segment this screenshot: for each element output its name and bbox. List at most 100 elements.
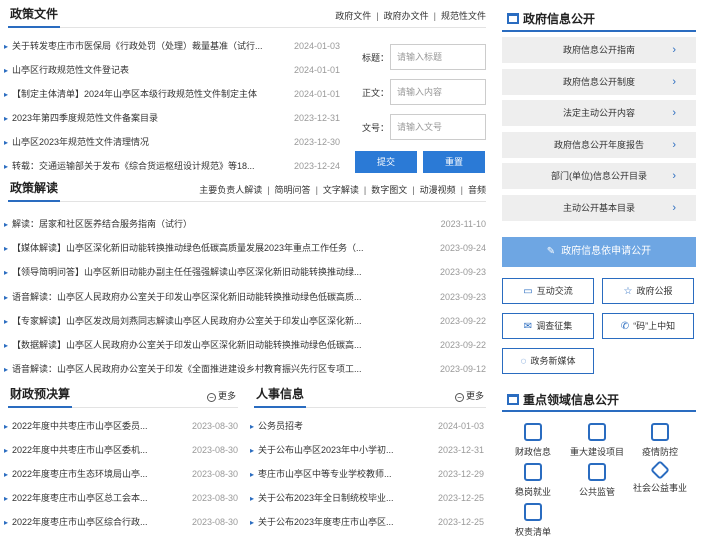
gov-info-dept-catalog-button[interactable]: 部门(单位)信息公开目录 › [502,163,696,189]
finance-more-link[interactable]: − 更多 [206,389,236,402]
policy-title[interactable]: 政策文件 [8,5,61,28]
list-item[interactable]: ▸ 【数据解读】山亭区人民政府办公室关于印发山亭区深化新旧动能转换推动绿色低碳高.… [4,337,486,353]
chevron-right-icon: › [672,107,676,119]
area-finance[interactable]: 财政信息 [503,423,563,458]
bullet-arrow-icon: ▸ [4,518,9,527]
apply-button[interactable]: ✎ 政府信息依申请公开 [502,237,696,267]
interpret-link-leader[interactable]: 主要负责人解读 [199,185,262,195]
list-item[interactable]: ▸ 关于公布山亭区2023年中小学初... 2023-12-31 [250,442,484,458]
finance-item-date: 2023-08-30 [191,445,238,455]
code-inform-button[interactable]: ✆ “码”上中知 [602,313,694,339]
area-welfare[interactable]: 社会公益事业 [630,460,690,494]
list-item[interactable]: ▸ 【制定主体清单】2024年山亭区本级行政规范性文件制定主体 2024-01-01 [4,86,340,102]
key-areas-title: 重点领域信息公开 [507,391,619,408]
finance-item-title[interactable]: 2022年度枣庄市生态环境局山亭... [12,466,148,482]
gazette-button[interactable]: ☆ 政府公报 [602,278,694,304]
interpret-item-title[interactable]: 【数据解读】山亭区人民政府办公室关于印发山亭区深化新旧动能转换推动绿色低碳高..… [12,337,362,353]
bullet-arrow-icon: ▸ [4,365,9,375]
finance-item-title[interactable]: 2022年度中共枣庄市山亭区委机... [12,442,148,458]
interpret-title[interactable]: 政策解读 [8,179,61,202]
gov-info-button-label: 法定主动公开内容 [562,108,635,118]
policy-item-title[interactable]: 【制定主体清单】2024年山亭区本级行政规范性文件制定主体 [12,86,257,102]
bullet-arrow-icon: ▸ [250,470,255,479]
interpret-link-video[interactable]: 动漫视频 [420,185,456,195]
interpret-link-audio[interactable]: 音频 [468,185,486,195]
gov-info-guide-button[interactable]: 政府信息公开指南 › [502,37,696,63]
list-item[interactable]: ▸ 2022年度中共枣庄市山亭区委机... 2023-08-30 [4,442,238,458]
survey-button[interactable]: ✉ 调查征集 [502,313,594,339]
shield-icon [588,463,606,481]
policy-item-title[interactable]: 山亭区行政规范性文件登记表 [12,62,129,78]
personnel-item-title[interactable]: 公务员招考 [258,418,303,434]
gov-info-system-button[interactable]: 政府信息公开制度 › [502,68,696,95]
policy-item-title[interactable]: 2023年第四季度规范性文件备案目录 [12,110,158,126]
finance-title[interactable]: 财政预决算 [8,385,73,408]
interpret-links: 主要负责人解读 | 简明问答 | 文字解读 | 数字图文 | 动漫视频 | 音频 [199,185,486,195]
list-item[interactable]: ▸ 2022年度枣庄市山亭区总工会本... 2023-08-30 [4,490,238,506]
personnel-item-title[interactable]: 关于公布2023年度枣庄市山亭区... [258,514,394,530]
interpret-item-title[interactable]: 【领导简明问答】山亭区新旧动能办副主任任强强解读山亭区深化新旧动能转换推动绿..… [12,264,362,280]
area-supervision[interactable]: 公共监管 [567,463,627,498]
interpret-item-title[interactable]: 解读：居家和社区医养结合服务指南（试行） [12,216,192,232]
bullet-arrow-icon: ▸ [4,244,9,254]
list-item[interactable]: ▸ 山亭区2023年规范性文件清理情况 2023-12-30 [4,134,340,150]
finance-item-title[interactable]: 2022年度枣庄市山亭区综合行政... [12,514,148,530]
interpret-link-qa[interactable]: 简明问答 [275,185,311,195]
list-item[interactable]: ▸ 解读：居家和社区医养结合服务指南（试行） 2023-11-10 [4,216,486,232]
gov-info-statutory-button[interactable]: 法定主动公开内容 › [502,100,696,126]
gov-info-button-label: 政府信息公开年度报告 [553,139,644,150]
list-item[interactable]: ▸ 2023年第四季度规范性文件备案目录 2023-12-31 [4,110,340,126]
personnel-item-title[interactable]: 枣庄市山亭区中等专业学校教师... [258,466,392,482]
interpret-item-title[interactable]: 语音解读：山亭区人民政府办公室关于印发《全面推进建设乡村教育振兴先行区专项工..… [12,361,362,377]
gov-info-button-label: 政府信息公开指南 [562,45,635,55]
personnel-item-title[interactable]: 关于公布山亭区2023年中小学初... [258,442,394,458]
list-item[interactable]: ▸ 语音解读：山亭区人民政府办公室关于印发《全面推进建设乡村教育振兴先行区专项工.… [4,361,486,377]
submit-button[interactable]: 提交 [355,151,417,173]
title-input[interactable]: 请输入标题 [390,44,486,70]
policy-item-title[interactable]: 山亭区2023年规范性文件清理情况 [12,134,149,150]
interpret-link-text[interactable]: 文字解读 [323,185,359,195]
list-item[interactable]: ▸ 【领导简明问答】山亭区新旧动能办副主任任强强解读山亭区深化新旧动能转换推动绿.… [4,264,486,280]
list-item[interactable]: ▸ 语音解读：山亭区人民政府办公室关于印发山亭区深化新旧动能转换推动绿色低碳高质.… [4,289,486,305]
policy-link-govoffice[interactable]: 政府办文件 [384,11,429,21]
new-media-button[interactable]: ◌ 政务新媒体 [502,348,594,374]
list-item[interactable]: ▸ 转载：交通运输部关于发布《综合货运枢纽设计规范》等18... 2023-12-2… [4,158,340,174]
interpret-item-title[interactable]: 【媒体解读】山亭区深化新旧动能转换推动绿色低碳高质量发展2023年重点工作任务（… [12,240,364,256]
list-item[interactable]: ▸ 2022年度枣庄市生态环境局山亭... 2023-08-30 [4,466,238,482]
finance-header: 财政预决算 − 更多 [8,384,238,408]
list-item[interactable]: ▸ 关于公布2023年度枣庄市山亭区... 2023-12-25 [250,514,484,530]
interaction-button[interactable]: ▭ 互动交流 [502,278,594,304]
reset-button[interactable]: 重置 [423,151,485,173]
list-item[interactable]: ▸ 公务员招考 2024-01-03 [250,418,484,434]
personnel-more-link[interactable]: − 更多 [454,389,484,402]
policy-item-title[interactable]: 关于转发枣庄市市医保局《行政处罚（处理）裁量基准（试行... [12,38,263,54]
personnel-more-label: 更多 [465,391,484,401]
list-item[interactable]: ▸ 枣庄市山亭区中等专业学校教师... 2023-12-29 [250,466,484,482]
policy-item-title[interactable]: 转载：交通运输部关于发布《综合货运枢纽设计规范》等18... [12,158,255,174]
list-item[interactable]: ▸ 2022年度枣庄市山亭区综合行政... 2023-08-30 [4,514,238,530]
gov-info-basic-catalog-button[interactable]: 主动公开基本目录 › [502,194,696,221]
area-major-projects[interactable]: 重大建设项目 [567,423,627,458]
list-item[interactable]: ▸ 关于公布2023年全日制统校毕业... 2023-12-25 [250,490,484,506]
list-item[interactable]: ▸ 2022年度中共枣庄市山亭区委员... 2023-08-30 [4,418,238,434]
personnel-title[interactable]: 人事信息 [254,385,307,408]
interpret-item-title[interactable]: 【专家解读】山亭区发改局刘燕同志解读山亭区人民政府办公室关于印发山亭区深化新..… [12,313,362,329]
area-power-list[interactable]: 权责清单 [503,503,563,538]
interpret-link-graphic[interactable]: 数字图文 [371,185,407,195]
area-employment[interactable]: 稳岗就业 [503,463,563,498]
personnel-item-title[interactable]: 关于公布2023年全日制统校毕业... [258,490,394,506]
area-epidemic[interactable]: 疫情防控 [630,423,690,458]
interpret-item-title[interactable]: 语音解读：山亭区人民政府办公室关于印发山亭区深化新旧动能转换推动绿色低碳高质..… [12,289,362,305]
gov-info-annual-report-button[interactable]: 政府信息公开年度报告 › [502,131,696,158]
docno-input[interactable]: 请输入文号 [390,114,486,140]
finance-item-title[interactable]: 2022年度枣庄市山亭区总工会本... [12,490,148,506]
policy-link-gov[interactable]: 政府文件 [335,11,371,21]
bullet-arrow-icon: ▸ [4,114,9,123]
finance-item-title[interactable]: 2022年度中共枣庄市山亭区委员... [12,418,148,434]
list-item[interactable]: ▸ 【专家解读】山亭区发改局刘燕同志解读山亭区人民政府办公室关于印发山亭区深化新.… [4,313,486,329]
body-input[interactable]: 请输入内容 [390,79,486,105]
list-item[interactable]: ▸ 关于转发枣庄市市医保局《行政处罚（处理）裁量基准（试行... 2024-01-0… [4,38,340,54]
policy-link-normative[interactable]: 规范性文件 [441,11,486,21]
list-item[interactable]: ▸ 【媒体解读】山亭区深化新旧动能转换推动绿色低碳高质量发展2023年重点工作任务… [4,240,486,256]
list-item[interactable]: ▸ 山亭区行政规范性文件登记表 2024-01-01 [4,62,340,78]
